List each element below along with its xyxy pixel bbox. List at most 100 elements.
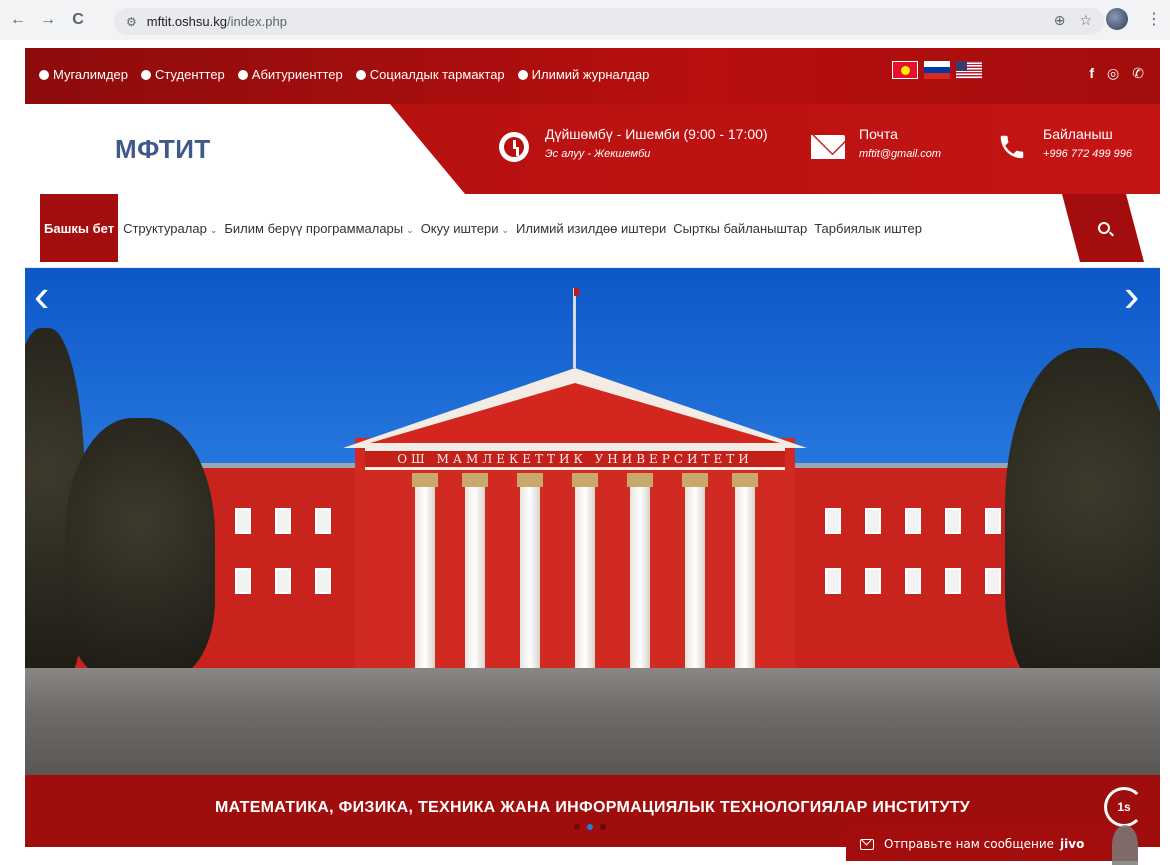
building-column (627, 473, 653, 698)
search-button[interactable] (1062, 194, 1144, 262)
mail-info: Почта mftit@gmail.com (811, 126, 941, 164)
building-window (825, 508, 841, 534)
chat-close-icon[interactable] (1112, 825, 1138, 865)
url-text: mftit.oshsu.kg/index.php (146, 14, 287, 29)
chat-label: Отправьте нам сообщение (884, 837, 1055, 851)
building-window (945, 508, 961, 534)
nav-items: Башкы бет Структуралар ⌄ Билим берүү програ… (40, 194, 929, 262)
top-link-2[interactable]: Абитуриенттер (237, 67, 343, 82)
schedule-title: Дүйшөмбү - Ишемби (9:00 - 17:00) (545, 126, 768, 142)
site-logo[interactable]: МФТИТ (115, 134, 211, 165)
phone-number[interactable]: +996 772 499 996 (1043, 148, 1132, 160)
pediment-inner (370, 383, 780, 443)
top-link-1[interactable]: Студенттер (141, 67, 225, 82)
mail-title: Почта (859, 126, 898, 142)
building-column (517, 473, 543, 698)
site-info-icon[interactable]: ⚙ (126, 15, 137, 29)
building-column (572, 473, 598, 698)
tree-right (1005, 348, 1160, 698)
schedule-subtitle: Эс алуу - Жекшемби (545, 148, 651, 160)
building-window (865, 508, 881, 534)
building-window (905, 508, 921, 534)
top-link-4[interactable]: Илимий журналдар (517, 67, 650, 82)
building-window (235, 568, 251, 594)
slider-prev-arrow[interactable]: ‹ (34, 268, 49, 322)
chevron-down-icon: ⌄ (406, 224, 414, 235)
facebook-icon[interactable]: f (1089, 65, 1094, 82)
top-link-0[interactable]: Мугалимдер (39, 67, 128, 82)
top-link-label: Социалдык тармактар (369, 67, 505, 82)
bullet-icon (141, 69, 151, 80)
phone-title: Байланыш (1043, 126, 1113, 142)
back-button[interactable]: ← (6, 8, 30, 32)
ru-flag-icon[interactable] (924, 61, 950, 79)
address-bar[interactable]: ⚙ mftit.oshsu.kg/index.php ⊕ ☆ (114, 8, 1104, 35)
forward-button[interactable]: → (36, 8, 60, 32)
instagram-icon[interactable]: ◎ (1107, 65, 1119, 82)
slider-timer: 1s (1104, 787, 1144, 827)
bullet-icon (355, 69, 366, 80)
building-sign-text: ОШ МАМЛЕКЕТТИК УНИВЕРСИТЕТИ (397, 452, 753, 466)
chat-brand: jivo (1060, 837, 1085, 851)
nav-item-label: Башкы бет (44, 220, 115, 236)
slider-caption: МАТЕМАТИКА, ФИЗИКА, ТЕХНИКА ЖАНА ИНФОРМА… (214, 799, 971, 816)
bullet-icon (39, 69, 49, 80)
slider-next-arrow[interactable]: › (1124, 268, 1139, 322)
building-window (825, 568, 841, 594)
chevron-down-icon: ⌄ (209, 224, 218, 235)
nav-item-4[interactable]: Илимий изилдөө иштери (516, 221, 666, 236)
main-navigation: Башкы бет Структуралар ⌄ Билим берүү програ… (25, 194, 1160, 268)
bullet-icon (237, 69, 248, 80)
slider-dot[interactable] (600, 824, 606, 830)
schedule-info: Дүйшөмбү - Ишемби (9:00 - 17:00) Эс алуу… (497, 126, 768, 164)
nav-item-5[interactable]: Сырткы байланыштар (673, 221, 807, 236)
nav-item-label: Структуралар (123, 220, 207, 236)
nav-item-1[interactable]: Структуралар ⌄ (123, 221, 217, 236)
menu-kebab-icon[interactable]: ⋮ (1146, 9, 1162, 29)
search-icon (1098, 222, 1110, 234)
nav-item-label: Окуу иштери (420, 220, 499, 236)
building-window (275, 508, 291, 534)
building-window (985, 508, 1001, 534)
kg-flag-icon[interactable] (892, 61, 918, 79)
mail-icon (860, 838, 874, 850)
profile-avatar[interactable] (1106, 8, 1128, 30)
building-window (275, 568, 291, 594)
bullet-icon (517, 69, 528, 80)
reload-button[interactable]: C (66, 8, 90, 32)
site-header: МФТИТ Дүйшөмбү - Ишемби (9:00 - 17:00) Э… (25, 104, 1160, 194)
top-bar: Мугалимдер Студенттер Абитуриенттер Социалд… (25, 48, 1160, 104)
slider-dot[interactable] (587, 824, 593, 830)
slider-dots (574, 824, 606, 830)
chevron-down-icon: ⌄ (501, 224, 510, 235)
clock-icon (499, 132, 529, 162)
us-flag-icon[interactable] (956, 61, 982, 79)
mail-address[interactable]: mftit@gmail.com (859, 148, 941, 160)
building-flagpole (573, 288, 579, 368)
top-link-label: Студенттер (155, 67, 225, 82)
chat-widget[interactable]: Отправьте нам сообщение jivo (846, 825, 1138, 865)
building-frieze: ОШ МАМЛЕКЕТТИК УНИВЕРСИТЕТИ (365, 448, 785, 470)
nav-item-3[interactable]: Окуу иштери ⌄ (421, 221, 509, 236)
building-column (682, 473, 708, 698)
nav-item-label: Билим берүү программалары (224, 220, 404, 236)
slider-dot[interactable] (574, 824, 580, 830)
building-column (412, 473, 438, 698)
bookmark-star-icon[interactable]: ☆ (1079, 12, 1092, 29)
top-link-label: Илимий журналдар (531, 67, 650, 82)
building-column (732, 473, 758, 698)
nav-item-2[interactable]: Билим берүү программалары ⌄ (224, 221, 413, 236)
top-link-3[interactable]: Социалдык тармактар (355, 67, 505, 82)
nav-item-label: Тарбиялык иштер (814, 220, 922, 236)
plaza-ground (25, 668, 1160, 775)
zoom-icon[interactable]: ⊕ (1054, 12, 1066, 29)
hero-slider: ОШ МАМЛЕКЕТТИК УНИВЕРСИТЕТИ (25, 268, 1160, 775)
browser-toolbar: ← → C ⚙ mftit.oshsu.kg/index.php ⊕ ☆ ⋮ (0, 0, 1170, 40)
language-flags (892, 61, 982, 79)
nav-item-6[interactable]: Тарбиялык иштер (814, 221, 922, 236)
phone-info: Байланыш +996 772 499 996 (995, 126, 1132, 164)
nav-item-0[interactable]: Башкы бет (40, 194, 119, 262)
building-window (985, 568, 1001, 594)
envelope-icon (811, 135, 845, 159)
whatsapp-icon[interactable]: ✆ (1132, 65, 1144, 82)
